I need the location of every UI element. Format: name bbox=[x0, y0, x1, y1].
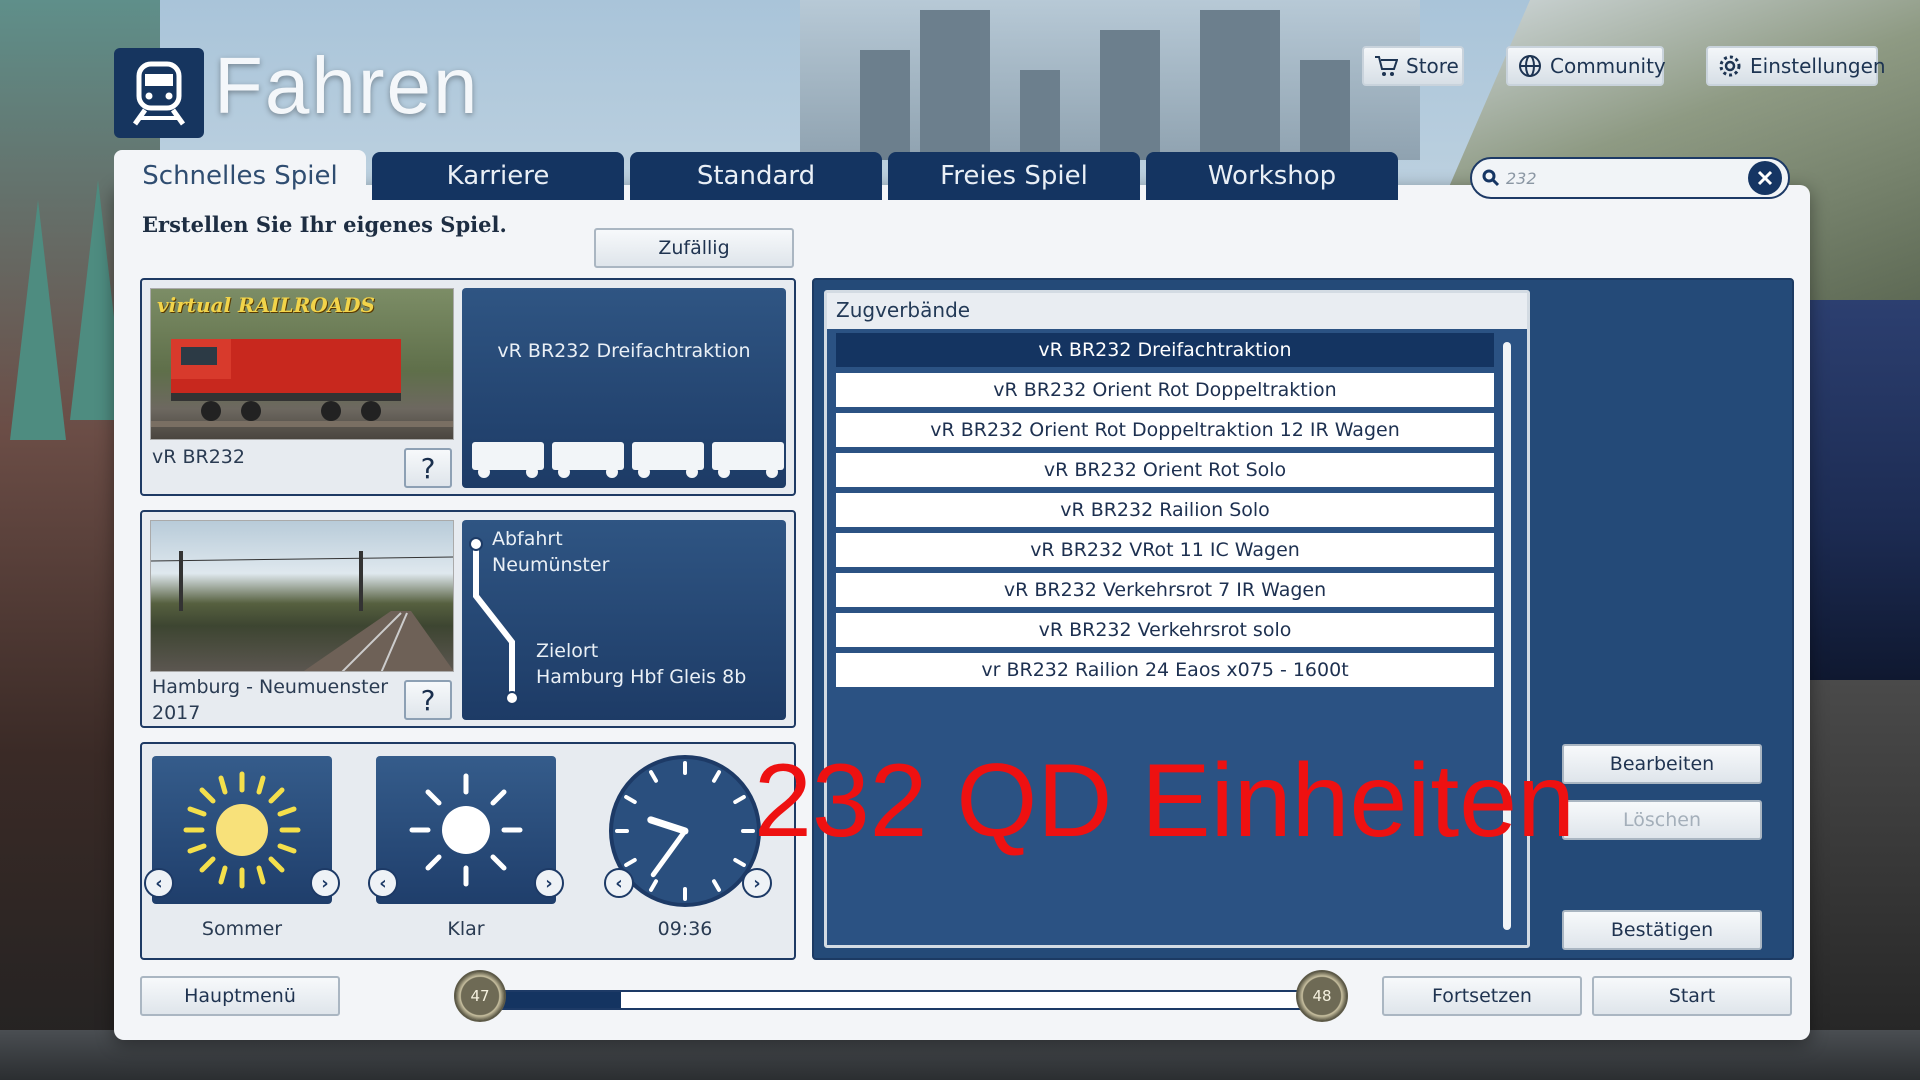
route-section: Hamburg - Neumuenster 2017 ? Abfahrt Neu… bbox=[140, 510, 796, 728]
city-skyline bbox=[800, 0, 1420, 160]
weather-label: Klar bbox=[447, 918, 485, 940]
community-button[interactable]: Community bbox=[1506, 46, 1666, 86]
consist-list-item[interactable]: vR BR232 Orient Rot Doppeltraktion bbox=[836, 373, 1494, 407]
continue-button[interactable]: Fortsetzen bbox=[1382, 976, 1582, 1016]
train-background bbox=[1810, 300, 1920, 680]
tab-workshop[interactable]: Workshop bbox=[1146, 152, 1398, 200]
consist-list-item[interactable]: vR BR232 VRot 11 IC Wagen bbox=[836, 533, 1494, 567]
consist-list-item[interactable]: vR BR232 Verkehrsrot solo bbox=[836, 613, 1494, 647]
settings-label: Einstellungen bbox=[1750, 54, 1886, 78]
wagon-icon bbox=[712, 442, 784, 478]
tab-career[interactable]: Karriere bbox=[372, 152, 624, 200]
search-icon bbox=[1482, 169, 1500, 187]
random-button[interactable]: Zufällig bbox=[594, 228, 794, 268]
progress-end-node: 48 bbox=[1296, 970, 1348, 1022]
delete-button[interactable]: Löschen bbox=[1562, 800, 1762, 840]
page-subtitle: Erstellen Sie Ihr eigenes Spiel. bbox=[142, 212, 507, 237]
season-label: Sommer bbox=[201, 918, 283, 940]
store-button[interactable]: Store bbox=[1362, 46, 1464, 86]
route-name: Hamburg - Neumuenster 2017 bbox=[152, 676, 389, 724]
consist-list-item[interactable]: vR BR232 Dreifachtraktion bbox=[836, 333, 1494, 367]
time-prev-button[interactable]: ‹ bbox=[604, 868, 634, 898]
search-box bbox=[1470, 157, 1790, 199]
route-card[interactable]: Abfahrt Neumünster Zielort Hamburg Hbf G… bbox=[462, 520, 786, 720]
summer-sun-icon bbox=[183, 771, 301, 889]
season-prev-button[interactable]: ‹ bbox=[144, 868, 174, 898]
train-icon bbox=[114, 48, 204, 138]
consist-list-item[interactable]: vr BR232 Railion 24 Eaos x075 - 1600t bbox=[836, 653, 1494, 687]
weather-next-button[interactable]: › bbox=[534, 868, 564, 898]
locomotive-section: virtual RAILROADS vR BR232 ? vR BR232 Dr… bbox=[140, 278, 796, 496]
progress-start-node: 47 bbox=[454, 970, 506, 1022]
main-menu-button[interactable]: Hauptmenü bbox=[140, 976, 340, 1016]
edit-button[interactable]: Bearbeiten bbox=[1562, 744, 1762, 784]
settings-button[interactable]: Einstellungen bbox=[1706, 46, 1886, 86]
consist-list-header: Zugverbände bbox=[836, 298, 971, 322]
consist-list-item[interactable]: vR BR232 Orient Rot Doppeltraktion 12 IR… bbox=[836, 413, 1494, 447]
consist-list-item[interactable]: vR BR232 Orient Rot Solo bbox=[836, 453, 1494, 487]
cart-icon bbox=[1375, 56, 1398, 76]
departure-info: Abfahrt Neumünster bbox=[492, 528, 610, 576]
season-tile[interactable] bbox=[152, 756, 332, 904]
search-input[interactable] bbox=[1506, 168, 1748, 188]
weather-prev-button[interactable]: ‹ bbox=[368, 868, 398, 898]
wagon-icon bbox=[472, 442, 544, 478]
tab-free-roam[interactable]: Freies Spiel bbox=[888, 152, 1140, 200]
route-thumbnail[interactable] bbox=[150, 520, 454, 672]
overlay-annotation: 232 QD Einheiten bbox=[754, 743, 1575, 859]
gear-icon bbox=[1719, 55, 1741, 77]
globe-icon bbox=[1519, 55, 1541, 77]
consist-card[interactable]: vR BR232 Dreifachtraktion bbox=[462, 288, 786, 488]
locomotive-name: vR BR232 bbox=[152, 446, 245, 468]
store-label: Store bbox=[1406, 54, 1459, 78]
start-button[interactable]: Start bbox=[1592, 976, 1792, 1016]
locomotive-thumbnail[interactable]: virtual RAILROADS bbox=[150, 288, 454, 440]
progress-fill bbox=[500, 992, 621, 1008]
clear-weather-icon bbox=[409, 773, 523, 887]
time-next-button[interactable]: › bbox=[742, 868, 772, 898]
tab-quick-game[interactable]: Schnelles Spiel bbox=[114, 150, 366, 202]
consist-card-title: vR BR232 Dreifachtraktion bbox=[497, 340, 751, 362]
locomotive-image bbox=[151, 339, 453, 427]
wagon-icon bbox=[632, 442, 704, 478]
wagon-icon bbox=[552, 442, 624, 478]
consist-list-item[interactable]: vR BR232 Verkehrsrot 7 IR Wagen bbox=[836, 573, 1494, 607]
clear-search-icon[interactable] bbox=[1748, 161, 1782, 195]
route-help-button[interactable]: ? bbox=[404, 680, 452, 720]
time-label: 09:36 bbox=[657, 918, 713, 940]
weather-tile[interactable] bbox=[376, 756, 556, 904]
consist-list-item[interactable]: vR BR232 Railion Solo bbox=[836, 493, 1494, 527]
environment-section: ‹ › Sommer ‹ › Klar ‹ › 09:36 bbox=[140, 742, 796, 960]
tab-standard[interactable]: Standard bbox=[630, 152, 882, 200]
confirm-button[interactable]: Bestätigen bbox=[1562, 910, 1762, 950]
destination-info: Zielort Hamburg Hbf Gleis 8b bbox=[536, 640, 747, 688]
progress-bar bbox=[498, 990, 1308, 1010]
season-next-button[interactable]: › bbox=[310, 868, 340, 898]
locomotive-help-button[interactable]: ? bbox=[404, 448, 452, 488]
community-label: Community bbox=[1550, 54, 1666, 78]
page-title: Fahren bbox=[214, 41, 480, 130]
